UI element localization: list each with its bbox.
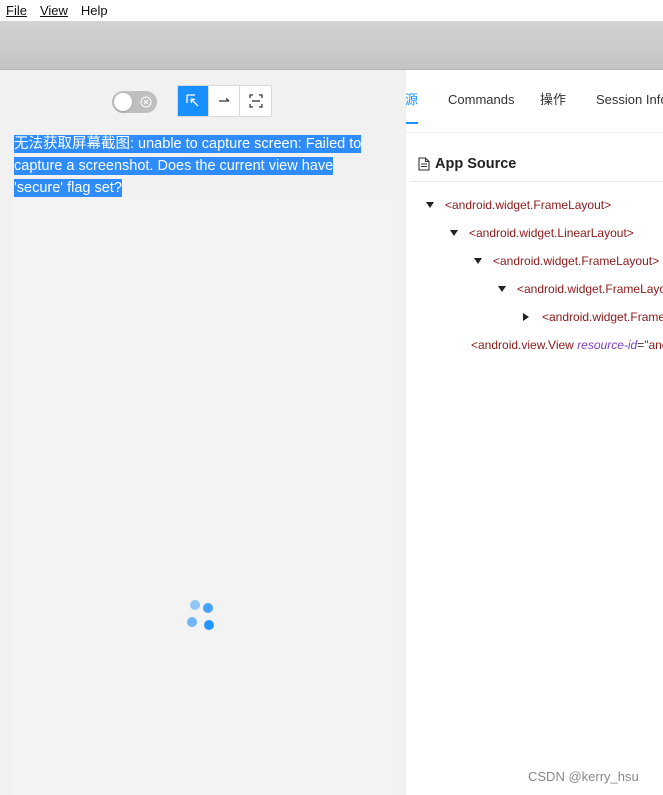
tree-node-attribute-value: "and — [644, 338, 663, 352]
tree-node[interactable]: <android.widget.Frame — [523, 307, 663, 327]
screenshot-placeholder — [14, 198, 392, 795]
tap-coordinates-button[interactable] — [240, 86, 271, 116]
loading-spinner-icon — [185, 598, 217, 632]
tree-node[interactable]: <android.view.View resource-id="and — [471, 335, 663, 355]
screenshot-error-message: 无法获取屏幕截图: unable to capture screen: Fail… — [14, 135, 362, 197]
caret-down-icon[interactable] — [450, 230, 458, 236]
app-source-divider — [410, 181, 663, 182]
tree-node[interactable]: <android.widget.FrameLayo — [498, 279, 663, 299]
tab-session-info[interactable]: Session Infor — [596, 92, 663, 108]
tree-node-attribute-equals: = — [637, 338, 645, 352]
inspector-tabs: 源 Commands 操作 Session Infor — [406, 70, 663, 132]
toggle-knob — [114, 93, 132, 111]
tree-node-label: <android.widget.LinearLayout> — [469, 226, 634, 240]
file-icon — [418, 157, 430, 171]
interaction-mode-group — [177, 85, 272, 117]
caret-down-icon[interactable] — [474, 258, 482, 264]
tree-node-label: <android.widget.FrameLayout> — [445, 198, 612, 212]
swipe-icon — [219, 98, 230, 102]
select-icon — [186, 94, 199, 107]
tree-node-label: <android.widget.Frame — [542, 310, 663, 324]
tree-node-label: <android.widget.FrameLayo — [517, 282, 663, 296]
tab-commands[interactable]: Commands — [448, 92, 514, 108]
menubar: File View Help — [0, 0, 663, 21]
tree-node-label: <android.view.View — [471, 338, 574, 352]
active-tab-indicator — [406, 122, 418, 124]
inspector-pane — [406, 70, 663, 795]
caret-right-icon[interactable] — [523, 313, 529, 321]
menu-view[interactable]: View — [40, 0, 68, 21]
tree-node-attribute-name: resource-id — [577, 338, 638, 352]
app-source-title: App Source — [435, 156, 517, 172]
select-mode-button[interactable] — [178, 86, 209, 116]
caret-down-icon[interactable] — [426, 202, 434, 208]
caret-down-icon[interactable] — [498, 286, 506, 292]
tab-source[interactable]: 源 — [406, 92, 418, 108]
swipe-mode-button[interactable] — [209, 86, 240, 116]
window-header — [0, 21, 663, 70]
screenshot-toggle[interactable] — [112, 91, 157, 113]
tree-node[interactable]: <android.widget.LinearLayout> — [450, 223, 634, 243]
tree-node[interactable]: <android.widget.FrameLayout> — [474, 251, 659, 271]
tab-actions[interactable]: 操作 — [540, 92, 566, 108]
tree-node-label: <android.widget.FrameLayout> — [493, 254, 660, 268]
tree-node[interactable]: <android.widget.FrameLayout> — [426, 195, 611, 215]
watermark: CSDN @kerry_hsu — [528, 769, 639, 784]
menu-help[interactable]: Help — [81, 0, 108, 21]
tap-coordinates-icon — [248, 94, 263, 108]
menu-file[interactable]: File — [6, 0, 27, 21]
close-circle-icon — [140, 96, 152, 108]
tabs-divider — [406, 132, 663, 133]
app-source-header: App Source — [418, 156, 516, 172]
